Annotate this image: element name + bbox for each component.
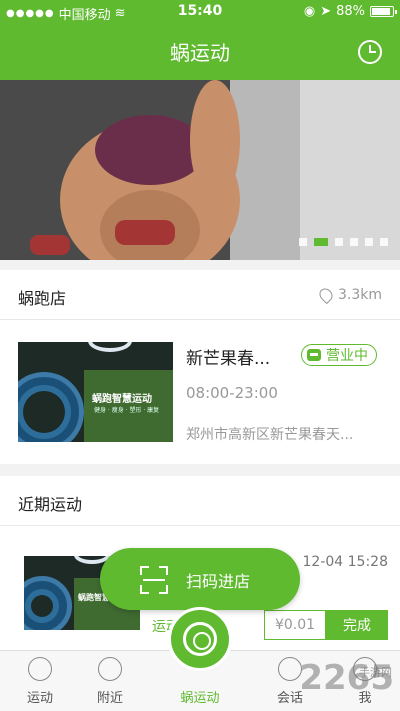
watermark-sub: 手游网 <box>359 666 392 679</box>
banner-image <box>0 80 400 260</box>
banner-pager[interactable] <box>299 238 388 246</box>
tab-label: 运动 <box>26 691 53 706</box>
compass-icon <box>98 657 122 681</box>
thumb-ring <box>18 372 84 442</box>
tab-label: 附近 <box>96 691 123 706</box>
thumb-ring <box>24 576 72 630</box>
complete-button[interactable]: 完成 <box>326 610 388 640</box>
pager-dot[interactable] <box>380 238 388 246</box>
tab-label: 蜗运动 <box>180 691 220 706</box>
recent-section-title: 近期运动 <box>18 495 83 514</box>
thumb-sign: 蜗跑智慧运动 <box>92 394 152 405</box>
pager-dot[interactable] <box>365 238 373 246</box>
scan-button-label: 扫码进店 <box>186 572 251 591</box>
store-distance: 3.3km <box>316 285 382 305</box>
activity-date: 12-04 15:28 <box>302 554 388 570</box>
status-bar: ●●●●● 中国移动 ≋ 15:40 ◉ ➤ 88% <box>0 0 400 24</box>
store-hours: 08:00-23:00 <box>186 384 278 402</box>
battery-fill <box>372 8 390 15</box>
snail-home-button[interactable] <box>168 607 232 671</box>
scan-icon <box>140 566 168 594</box>
snail-icon <box>183 622 217 656</box>
store-section-title: 蜗跑店 <box>18 289 67 308</box>
lightning-icon <box>28 657 52 681</box>
promo-banner[interactable] <box>0 80 400 260</box>
pager-dot[interactable] <box>335 238 343 246</box>
store-address: 郑州市高新区新芒果春天... <box>186 427 354 443</box>
status-badge: 营业中 <box>301 344 377 366</box>
navbar: 蜗运动 <box>0 24 400 80</box>
status-right: ◉ ➤ 88% <box>303 4 397 19</box>
tab-nearby[interactable]: 附近 <box>70 651 150 711</box>
thumb-lamp <box>88 342 132 352</box>
store-section-header: 蜗跑店 3.3km <box>0 270 400 320</box>
activity-price: ¥0.01 <box>264 610 326 640</box>
store-card[interactable]: 蜗跑智慧运动 健身 · 瘦身 · 塑形 · 康复 新芒果春... 营业中 08:… <box>0 320 400 464</box>
battery-icon <box>370 6 397 17</box>
status-badge-label: 营业中 <box>326 348 368 364</box>
thumb-sign-sub: 健身 · 瘦身 · 塑形 · 康复 <box>94 407 160 414</box>
pager-dot[interactable] <box>299 238 307 246</box>
tab-sport[interactable]: 运动 <box>0 651 80 711</box>
clock-icon[interactable] <box>358 40 382 64</box>
location-pin-icon <box>316 285 336 305</box>
recent-section-header: 近期运动 <box>0 476 400 526</box>
location-icon: ➤ <box>320 4 332 19</box>
page-title: 蜗运动 <box>170 41 230 65</box>
store-name: 新芒果春... <box>186 349 271 369</box>
store-thumbnail: 蜗跑智慧运动 健身 · 瘦身 · 塑形 · 康复 <box>18 342 173 442</box>
scan-to-enter-button[interactable]: 扫码进店 <box>100 548 300 610</box>
distance-value: 3.3km <box>337 287 382 303</box>
rotation-lock-icon: ◉ <box>303 4 316 19</box>
pager-dot[interactable] <box>350 238 358 246</box>
battery-percent: 88% <box>336 4 365 19</box>
pager-dot[interactable] <box>314 238 328 246</box>
shop-icon <box>307 349 321 361</box>
